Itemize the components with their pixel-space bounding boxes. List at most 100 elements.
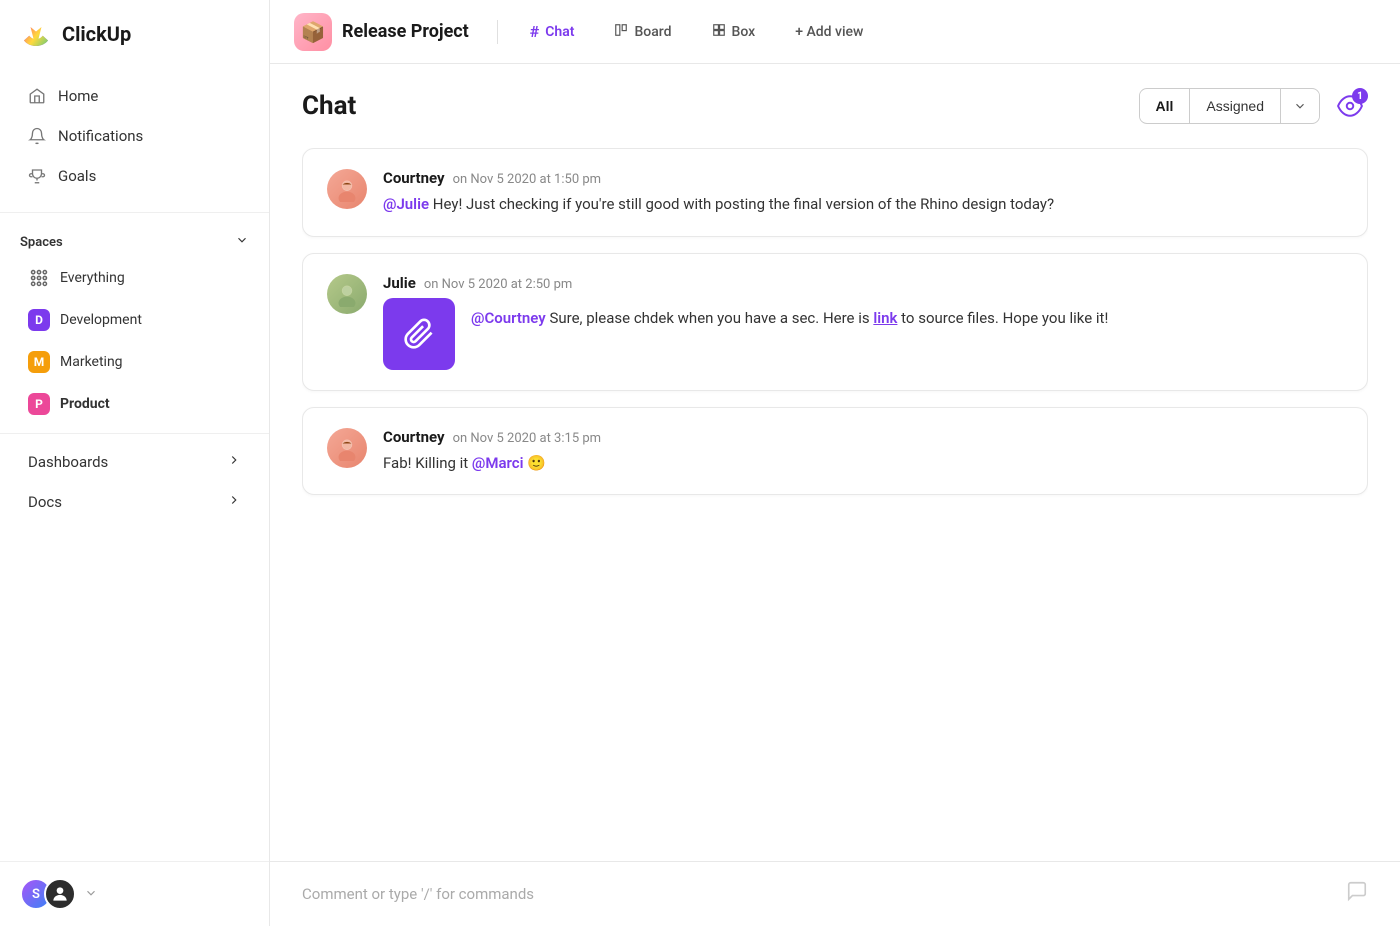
sidebar-item-home-label: Home — [58, 87, 98, 105]
logo-text: ClickUp — [62, 22, 131, 46]
chat-header: Chat All Assigned 1 — [302, 88, 1368, 124]
sidebar-item-marketing[interactable]: M Marketing — [8, 342, 261, 382]
tab-box[interactable]: Box — [700, 17, 768, 47]
julie-avatar-img — [334, 281, 360, 307]
sidebar-item-development-label: Development — [60, 312, 142, 328]
logo[interactable]: ClickUp — [0, 0, 269, 68]
chat-header-right: All Assigned 1 — [1139, 88, 1368, 124]
message-2-content: Julie on Nov 5 2020 at 2:50 pm @Courtney… — [383, 274, 1343, 370]
tab-chat[interactable]: # Chat — [518, 16, 587, 47]
clickup-logo-icon — [20, 18, 52, 50]
avatar-user-2 — [44, 878, 76, 910]
avatar-group[interactable]: S — [20, 878, 76, 910]
dashboards-label: Dashboards — [28, 453, 108, 471]
filter-all-button[interactable]: All — [1140, 91, 1190, 121]
message-2-time: on Nov 5 2020 at 2:50 pm — [424, 277, 572, 292]
topbar-divider — [497, 20, 498, 44]
tab-board-label: Board — [634, 24, 671, 40]
topbar: 📦 Release Project # Chat Board Box + Add… — [270, 0, 1400, 64]
message-3-author: Courtney — [383, 428, 445, 446]
message-2-text: @Courtney Sure, please chdek when you ha… — [471, 298, 1108, 330]
spaces-header[interactable]: Spaces — [0, 221, 269, 257]
box-icon — [712, 23, 726, 41]
add-view-button[interactable]: + Add view — [783, 18, 875, 46]
sidebar-footer: S — [0, 861, 269, 926]
courtney-avatar-img-2 — [334, 435, 360, 461]
hash-icon: # — [530, 22, 539, 41]
attachment-icon-box[interactable] — [383, 298, 455, 370]
message-3-emoji: 🙂 — [527, 454, 546, 472]
avatar-julie — [327, 274, 367, 314]
sidebar-item-everything[interactable]: Everything — [8, 258, 261, 298]
footer-dropdown-icon[interactable] — [84, 885, 98, 904]
avatar-courtney-1 — [327, 169, 367, 209]
paperclip-icon — [403, 318, 435, 350]
message-3-header: Courtney on Nov 5 2020 at 3:15 pm — [383, 428, 1343, 446]
chevron-down-icon — [1293, 99, 1307, 113]
chat-bubble-icon — [1346, 880, 1368, 902]
tab-chat-label: Chat — [545, 24, 574, 40]
message-1-body: Hey! Just checking if you're still good … — [433, 195, 1054, 213]
message-1-text: @Julie Hey! Just checking if you're stil… — [383, 193, 1343, 216]
chat-container: Chat All Assigned 1 — [270, 64, 1400, 861]
sidebar-item-home[interactable]: Home — [8, 77, 261, 115]
sidebar-divider-2 — [0, 433, 269, 434]
filter-group: All Assigned — [1139, 88, 1320, 124]
everything-icon — [28, 267, 50, 289]
spaces-chevron-icon — [235, 233, 249, 251]
message-1-author: Courtney — [383, 169, 445, 187]
watch-badge: 1 — [1352, 88, 1368, 104]
message-2-attachment: @Courtney Sure, please chdek when you ha… — [383, 298, 1343, 370]
filter-assigned-button[interactable]: Assigned — [1190, 91, 1280, 121]
comment-placeholder[interactable]: Comment or type '/' for commands — [302, 885, 534, 903]
add-view-label: + Add view — [795, 24, 863, 40]
sidebar-item-product[interactable]: P Product — [8, 384, 261, 424]
message-3-time: on Nov 5 2020 at 3:15 pm — [453, 431, 601, 446]
comment-bar: Comment or type '/' for commands — [270, 861, 1400, 926]
sidebar-item-docs[interactable]: Docs — [8, 483, 261, 521]
mention-marci[interactable]: @Marci — [472, 454, 524, 472]
messages-list: Courtney on Nov 5 2020 at 1:50 pm @Julie… — [302, 148, 1368, 861]
bell-icon — [28, 127, 46, 145]
docs-chevron-icon — [227, 493, 241, 511]
chat-title: Chat — [302, 91, 356, 121]
board-icon — [614, 23, 628, 41]
attachment-link[interactable]: link — [873, 309, 897, 327]
watch-button[interactable]: 1 — [1332, 88, 1368, 124]
product-badge: P — [28, 393, 50, 415]
message-3-text: Fab! Killing it @Marci 🙂 — [383, 452, 1343, 475]
spaces-label: Spaces — [20, 235, 63, 250]
development-badge: D — [28, 309, 50, 331]
sidebar-item-dashboards[interactable]: Dashboards — [8, 443, 261, 481]
message-1-time: on Nov 5 2020 at 1:50 pm — [453, 172, 601, 187]
docs-label: Docs — [28, 493, 62, 511]
message-2-body-2: to source files. Hope you like it! — [901, 309, 1108, 327]
message-2-author: Julie — [383, 274, 416, 292]
main-area: 📦 Release Project # Chat Board Box + Add… — [270, 0, 1400, 926]
avatar-courtney-2 — [327, 428, 367, 468]
dashboards-chevron-icon — [227, 453, 241, 471]
message-3-content: Courtney on Nov 5 2020 at 3:15 pm Fab! K… — [383, 428, 1343, 475]
sidebar-item-goals[interactable]: Goals — [8, 157, 261, 195]
sidebar-item-marketing-label: Marketing — [60, 354, 123, 370]
home-icon — [28, 87, 46, 105]
sidebar-item-development[interactable]: D Development — [8, 300, 261, 340]
tab-board[interactable]: Board — [602, 17, 683, 47]
sidebar: ClickUp Home Notifications Goals Spaces — [0, 0, 270, 926]
filter-dropdown[interactable] — [1281, 92, 1319, 120]
message-1-header: Courtney on Nov 5 2020 at 1:50 pm — [383, 169, 1343, 187]
message-3-body-1: Fab! Killing it — [383, 454, 472, 472]
topbar-project: 📦 Release Project — [294, 13, 469, 51]
message-1: Courtney on Nov 5 2020 at 1:50 pm @Julie… — [302, 148, 1368, 237]
marketing-badge: M — [28, 351, 50, 373]
mention-julie[interactable]: @Julie — [383, 195, 429, 213]
trophy-icon — [28, 167, 46, 185]
message-3: Courtney on Nov 5 2020 at 3:15 pm Fab! K… — [302, 407, 1368, 496]
sidebar-item-notifications[interactable]: Notifications — [8, 117, 261, 155]
message-2-body-1: Sure, please chdek when you have a sec. … — [549, 309, 873, 327]
sidebar-divider-1 — [0, 212, 269, 213]
mention-courtney[interactable]: @Courtney — [471, 309, 546, 327]
sidebar-item-notifications-label: Notifications — [58, 127, 143, 145]
sidebar-item-goals-label: Goals — [58, 167, 96, 185]
message-2-header: Julie on Nov 5 2020 at 2:50 pm — [383, 274, 1343, 292]
